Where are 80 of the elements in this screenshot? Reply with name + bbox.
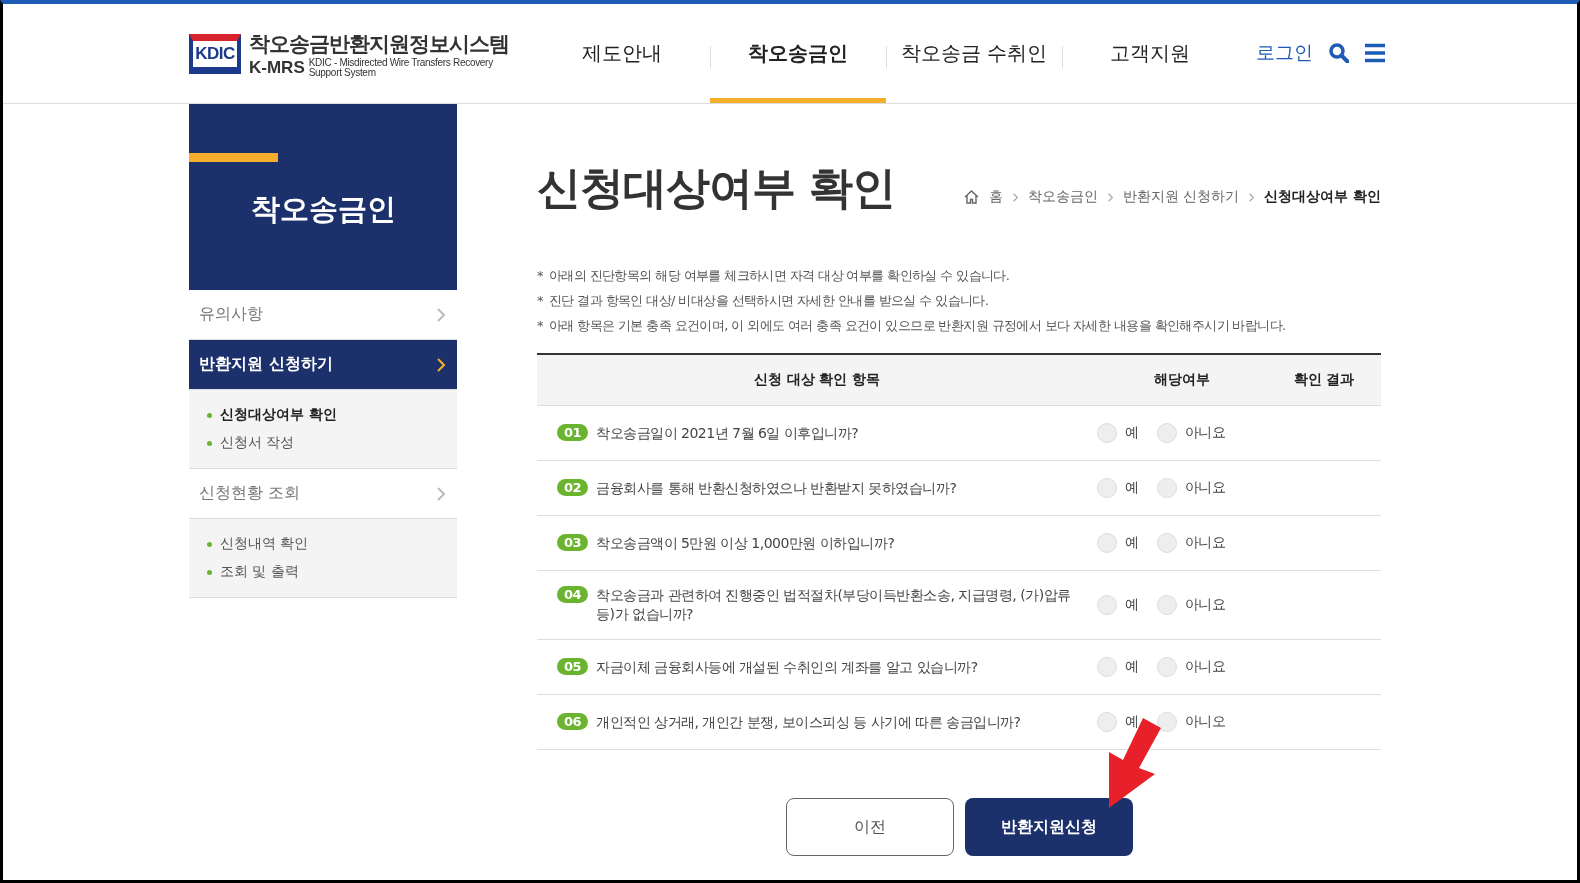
- site-abbr: K-MRS: [249, 57, 305, 78]
- number-badge: 05: [557, 657, 589, 675]
- radio-label[interactable]: 예: [1125, 658, 1139, 676]
- column-header: 확인 결과: [1293, 371, 1355, 387]
- search-icon[interactable]: [1329, 42, 1349, 63]
- bullet-icon: [207, 412, 212, 418]
- radio-button[interactable]: [1156, 423, 1177, 443]
- radio-button[interactable]: [1097, 423, 1117, 443]
- site-subtitle: KDIC - Misdirected Wire Transfers Recovery Support System: [308, 57, 494, 78]
- radio-button[interactable]: [1097, 478, 1117, 498]
- bullet-icon: [207, 541, 212, 547]
- radio-button[interactable]: [1097, 533, 1117, 553]
- site-title: 착오송금반환지원정보시스템: [249, 30, 509, 58]
- nav-tab[interactable]: 제도안내: [534, 4, 710, 103]
- radio-button[interactable]: [1156, 712, 1177, 732]
- radio-label[interactable]: 아니요: [1184, 424, 1225, 442]
- number-badge: 03: [557, 533, 589, 551]
- radio-label[interactable]: 예: [1125, 596, 1139, 614]
- chevron-icon: [437, 357, 445, 372]
- radio-label[interactable]: 아니오: [1184, 713, 1225, 731]
- radio-label[interactable]: 예: [1125, 479, 1139, 497]
- radio-label[interactable]: 아니요: [1184, 596, 1225, 614]
- chevron-icon: [1107, 192, 1113, 202]
- number-badge: 04: [557, 586, 589, 603]
- note-mark: *: [537, 317, 543, 335]
- breadcrumb-link[interactable]: 반환지원 신청하기: [1122, 188, 1240, 206]
- sidebar-subitem[interactable]: 신청내역 확인: [220, 535, 309, 553]
- note-text: 아래의 진단항목의 해당 여부를 체크하시면 자격 대상 여부를 확인하실 수 있습니다.: [548, 267, 1010, 285]
- question-text: 착오송금과 관련하여 진행중인 법적절차(부당이득반환소송, 지급명령, (가)압류 등)가 없습니까?: [596, 586, 1072, 624]
- login-link[interactable]: 로그인: [1256, 39, 1313, 66]
- apply-button[interactable]: 반환지원신청: [964, 798, 1133, 856]
- chevron-icon: [437, 486, 445, 501]
- sidebar-item[interactable]: 반환지원 신청하기: [189, 340, 457, 390]
- question-text: 금융회사를 통해 반환신청하였으나 반환받지 못하였습니까?: [596, 478, 957, 498]
- breadcrumb-link[interactable]: 신청대상여부 확인: [1264, 188, 1381, 206]
- breadcrumb-link[interactable]: 홈: [988, 188, 1003, 206]
- breadcrumb-link[interactable]: 착오송금인: [1027, 188, 1098, 206]
- nav-tab[interactable]: 착오송금 수취인: [886, 4, 1062, 103]
- note-mark: *: [537, 267, 543, 285]
- column-header: 해당여부: [1154, 371, 1210, 387]
- radio-button[interactable]: [1097, 595, 1117, 615]
- chevron-icon: [1249, 192, 1255, 202]
- chevron-icon: [437, 307, 445, 322]
- bullet-icon: [207, 569, 212, 575]
- nav-tab[interactable]: 착오송금인: [710, 4, 886, 103]
- nav-tab[interactable]: 고객지원: [1062, 4, 1238, 103]
- column-header: 신청 대상 확인 항목: [753, 371, 881, 387]
- radio-label[interactable]: 아니요: [1184, 534, 1225, 552]
- sidebar-subitem[interactable]: 조회 및 출력: [220, 563, 299, 581]
- radio-button[interactable]: [1156, 533, 1177, 553]
- back-button[interactable]: 이전: [785, 798, 954, 856]
- radio-button[interactable]: [1097, 657, 1117, 677]
- radio-button[interactable]: [1156, 595, 1177, 615]
- question-text: 착오송금일이 2021년 7월 6일 이후입니까?: [596, 423, 859, 443]
- radio-label[interactable]: 아니요: [1184, 658, 1225, 676]
- radio-button[interactable]: [1156, 657, 1177, 677]
- bullet-icon: [207, 440, 212, 446]
- home-icon[interactable]: [963, 190, 979, 204]
- number-badge: 06: [557, 712, 589, 730]
- logo-badge: KDIC: [189, 33, 241, 74]
- note-mark: *: [537, 292, 543, 310]
- radio-label[interactable]: 예: [1125, 534, 1139, 552]
- chevron-icon: [1012, 192, 1018, 202]
- radio-label[interactable]: 예: [1125, 424, 1139, 442]
- note-text: 진단 결과 항목인 대상/ 비대상을 선택하시면 자세한 안내를 받으실 수 있습니다.: [548, 292, 989, 310]
- question-text: 착오송금액이 5만원 이상 1,000만원 이하입니까?: [596, 533, 895, 553]
- radio-label[interactable]: 예: [1125, 713, 1139, 731]
- question-text: 개인적인 상거래, 개인간 분쟁, 보이스피싱 등 사기에 따른 송금입니까?: [596, 712, 1021, 732]
- radio-button[interactable]: [1097, 712, 1117, 732]
- sidebar-title: 착오송금인: [249, 191, 397, 228]
- sidebar-subitem[interactable]: 신청대상여부 확인: [220, 406, 337, 424]
- question-text: 자금이체 금융회사등에 개설된 수취인의 계좌를 알고 있습니까?: [596, 657, 978, 677]
- number-badge: 01: [557, 423, 589, 441]
- radio-button[interactable]: [1156, 478, 1177, 498]
- note-text: 아래 항목은 기본 충족 요건이며, 이 외에도 여러 충족 요건이 있으므로 반환지원 규정에서 보다 자세한 내용을 확인해주시기 바랍니다.: [548, 317, 1286, 335]
- number-badge: 02: [557, 478, 589, 496]
- radio-label[interactable]: 아니요: [1184, 479, 1225, 497]
- page-title: 신청대상여부 확인: [537, 166, 896, 210]
- sidebar-subitem[interactable]: 신청서 작성: [220, 434, 295, 452]
- menu-icon[interactable]: [1365, 42, 1385, 63]
